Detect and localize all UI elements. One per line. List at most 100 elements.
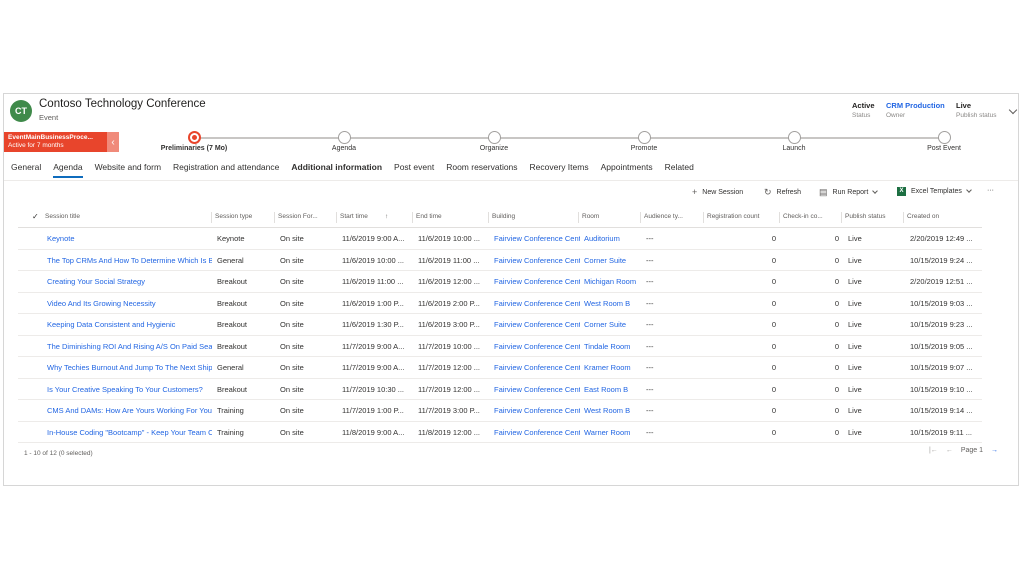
cell-building[interactable]: Fairview Conference Cente [494,363,580,372]
owner-link[interactable]: CRM Production [886,101,945,110]
cell-session-title[interactable]: Video And Its Growing Necessity [47,299,212,308]
run-report-button[interactable]: ▤ Run Report [819,187,879,198]
table-row[interactable]: In-House Coding "Bootcamp" - Keep Your T… [18,422,982,443]
stage-agenda[interactable]: Agenda [294,130,394,152]
cell-room[interactable]: Kramer Room [584,363,640,372]
table-row[interactable]: Is Your Creative Speaking To Your Custom… [18,379,982,400]
process-collapse-chevron-icon[interactable]: ‹ [107,132,119,152]
table-row[interactable]: The Diminishing ROI And Rising A/S On Pa… [18,336,982,357]
cell-end-time: 11/6/2019 12:00 ... [418,277,480,286]
tab-registration-and-attendance[interactable]: Registration and attendance [173,162,279,178]
cell-session-type: Keynote [217,234,245,243]
first-page-icon[interactable]: |← [929,447,938,454]
cell-start-time: 11/6/2019 1:00 P... [342,298,404,308]
tab-general[interactable]: General [11,162,41,178]
col-header-start-time[interactable]: Start time [340,213,390,220]
cell-created-on: 10/15/2019 9:05 ... [910,341,973,351]
cell-session-title[interactable]: Creating Your Social Strategy [47,277,212,286]
cell-room[interactable]: Michigan Room [584,277,640,286]
cell-session-title[interactable]: In-House Coding "Bootcamp" - Keep Your T… [47,428,212,437]
tab-appointments[interactable]: Appointments [601,162,653,178]
cell-building[interactable]: Fairview Conference Cente [494,320,580,329]
tab-related[interactable]: Related [665,162,694,178]
tab-recovery-items[interactable]: Recovery Items [530,162,589,178]
col-header-room[interactable]: Room [582,213,637,220]
tab-additional-information[interactable]: Additional information [291,162,382,178]
cell-room[interactable]: Tindale Room [584,342,640,351]
header-expand-chevron-icon[interactable] [1008,105,1018,115]
cell-room[interactable]: West Room B [584,299,640,308]
table-row[interactable]: CMS And DAMs: How Are Yours Working For … [18,400,982,422]
refresh-button[interactable]: ↻ Refresh [764,187,801,198]
cell-end-time: 11/8/2019 12:00 ... [418,427,480,437]
cell-session-title[interactable]: Is Your Creative Speaking To Your Custom… [47,385,212,394]
next-page-icon[interactable]: → [991,447,998,454]
cell-room[interactable]: East Room B [584,385,640,394]
tab-agenda[interactable]: Agenda [53,162,83,178]
cell-building[interactable]: Fairview Conference Cente [494,428,580,437]
table-row[interactable]: Keynote Keynote On site 11/6/2019 9:00 A...… [18,228,982,250]
previous-page-icon[interactable]: ← [946,447,953,454]
cell-room[interactable]: West Room B [584,406,640,415]
tab-website-and-form[interactable]: Website and form [95,162,161,178]
cell-created-on: 10/15/2019 9:10 ... [910,384,973,394]
tab-room-reservations[interactable]: Room reservations [446,162,517,178]
cell-room[interactable]: Corner Suite [584,256,640,265]
table-row[interactable]: Video And Its Growing Necessity Breakout O… [18,293,982,314]
cell-building[interactable]: Fairview Conference Cente [494,234,580,243]
stage-promote[interactable]: Promote [594,130,694,152]
cell-audience-type: --- [646,234,654,243]
table-row[interactable]: The Top CRMs And How To Determine Which … [18,250,982,271]
cell-session-title[interactable]: Why Techies Burnout And Jump To The Next… [47,363,212,372]
cell-building[interactable]: Fairview Conference Cente [494,256,580,265]
col-header-publish-status[interactable]: Publish status [845,213,900,220]
cell-room[interactable]: Auditorium [584,234,640,243]
stage-preliminaries[interactable]: Preliminaries (7 Mo) [144,130,244,152]
col-header-created-on[interactable]: Created on [907,213,977,220]
cell-session-format: On site [280,277,304,286]
table-row[interactable]: Keeping Data Consistent and Hygienic Brea… [18,314,982,336]
new-session-button[interactable]: + New Session [692,187,743,197]
cell-room[interactable]: Corner Suite [584,320,640,329]
cell-session-type: Training [217,427,244,437]
cell-session-title[interactable]: CMS And DAMs: How Are Yours Working For … [47,406,212,415]
cell-room[interactable]: Warner Room [584,428,640,437]
col-header-session-format[interactable]: Session For... [278,213,333,220]
col-header-building[interactable]: Building [492,213,572,220]
cell-building[interactable]: Fairview Conference Cente [494,277,580,286]
col-header-session-type[interactable]: Session type [215,213,270,220]
column-divider [903,212,904,223]
select-all-checkmark-icon[interactable]: ✓ [32,212,39,221]
col-header-audience-type[interactable]: Audience ty... [644,213,699,220]
col-header-session-title[interactable]: Session title [45,213,210,220]
cell-registration-count: 0 [771,363,776,372]
cell-building[interactable]: Fairview Conference Cente [494,406,580,415]
col-header-registration-count[interactable]: Registration count [707,213,777,220]
cell-start-time: 11/7/2019 1:00 P... [342,406,404,415]
cell-session-title[interactable]: Keeping Data Consistent and Hygienic [47,320,212,329]
cell-building[interactable]: Fairview Conference Cente [494,299,580,308]
column-divider [412,212,413,223]
cell-session-format: On site [280,406,304,415]
col-header-end-time[interactable]: End time [416,213,486,220]
cell-check-in-count: 0 [834,363,839,372]
cell-session-title[interactable]: The Top CRMs And How To Determine Which … [47,256,212,265]
col-header-check-in-count[interactable]: Check-in co... [783,213,838,220]
cell-publish-status: Live [848,277,862,286]
tab-post-event[interactable]: Post event [394,162,434,178]
table-row[interactable]: Why Techies Burnout And Jump To The Next… [18,357,982,379]
cell-session-title[interactable]: The Diminishing ROI And Rising A/S On Pa… [47,342,212,351]
cell-building[interactable]: Fairview Conference Cente [494,342,580,351]
cell-created-on: 10/15/2019 9:11 ... [910,427,972,437]
stage-launch[interactable]: Launch [744,130,844,152]
process-flag[interactable]: EventMainBusinessProce... Active for 7 m… [4,132,107,152]
table-row[interactable]: Creating Your Social Strategy Breakout On … [18,271,982,293]
owner-label: Owner [886,112,906,119]
excel-templates-button[interactable]: X Excel Templates [897,187,972,196]
cell-building[interactable]: Fairview Conference Cente [494,385,580,394]
business-process-flow: EventMainBusinessProce... Active for 7 m… [4,130,1018,156]
stage-post-event[interactable]: Post Event [894,130,994,152]
cell-session-title[interactable]: Keynote [47,234,212,243]
stage-organize[interactable]: Organize [444,130,544,152]
more-commands-button[interactable]: ··· [987,187,994,194]
